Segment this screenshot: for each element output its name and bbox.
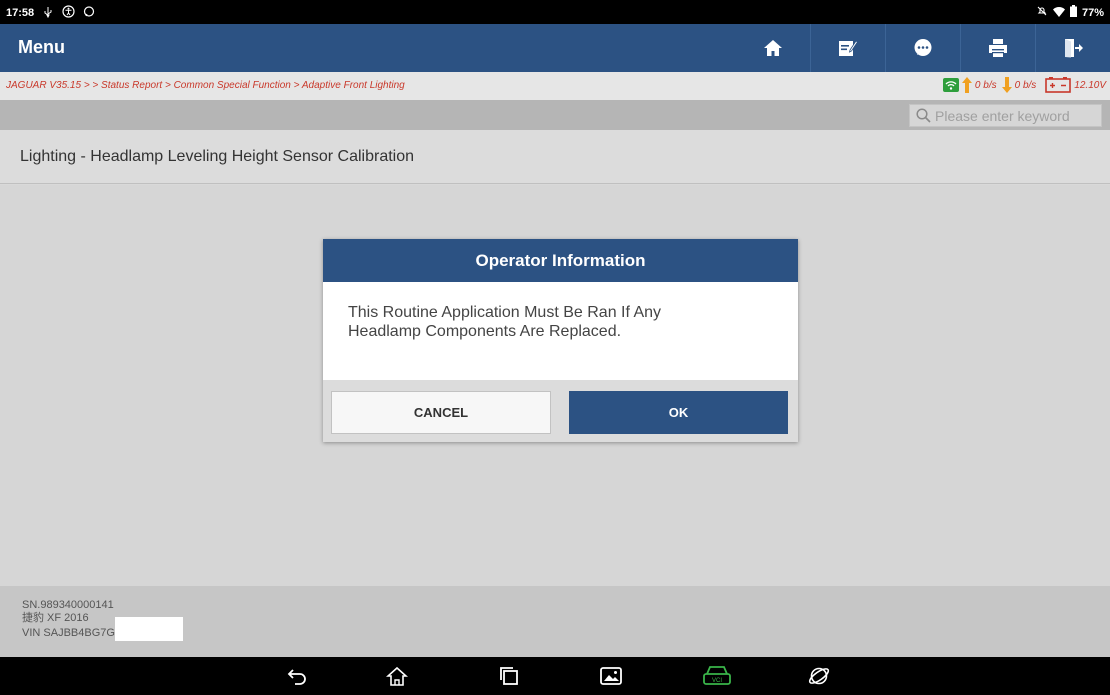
vci-icon: VCI: [703, 666, 731, 685]
accessibility-icon: [62, 5, 75, 20]
exit-icon: [1065, 39, 1083, 58]
print-icon: [989, 39, 1007, 57]
mute-icon: [1036, 5, 1048, 20]
recents-button[interactable]: [496, 665, 522, 687]
vin-number: VIN SAJBB4BG7G: [22, 626, 115, 639]
home-icon: [763, 40, 782, 56]
message-button[interactable]: [885, 24, 960, 72]
edit-icon: [839, 40, 858, 56]
cancel-button[interactable]: CANCEL: [331, 391, 551, 434]
home-button[interactable]: [735, 24, 810, 72]
vin-redaction: [114, 617, 183, 641]
vehicle-info: SN.989340000141 捷豹 XF 2016 VIN SAJBB4BG7…: [0, 586, 1110, 657]
dialog-message-line-2: Headlamp Components Are Replaced.: [348, 323, 622, 340]
home-outline-icon: [386, 666, 408, 686]
connection-status: 0 b/s 0 b/s 12.10V: [942, 77, 1106, 93]
battery-percent: 77%: [1081, 6, 1104, 19]
search-input[interactable]: [935, 107, 1095, 124]
upload-rate: 0 b/s: [974, 79, 997, 91]
download-rate: 0 b/s: [1014, 79, 1037, 91]
serial-number: SN.989340000141: [22, 599, 114, 611]
wifi-icon: [1052, 6, 1065, 20]
function-header: Lighting - Headlamp Leveling Height Sens…: [0, 130, 1110, 184]
search-icon: [916, 108, 931, 123]
dialog-actions: CANCEL OK: [323, 380, 798, 442]
menu-title[interactable]: Menu: [18, 37, 65, 58]
home-nav-button[interactable]: [384, 665, 410, 687]
breadcrumb-bar: JAGUAR V35.15 > > Status Report > Common…: [0, 72, 1110, 100]
vci-button[interactable]: VCI: [702, 665, 732, 687]
screenshot-icon: [600, 667, 622, 685]
wifi-signal-icon: [942, 78, 959, 92]
status-left: 17:58: [6, 5, 95, 20]
dialog-message-line-1: This Routine Application Must Be Ran If …: [348, 304, 662, 321]
vin-row: VIN SAJBB4BG7G: [22, 617, 1110, 641]
dialog-message: This Routine Application Must Be Ran If …: [323, 282, 798, 380]
chat-icon: [83, 5, 95, 20]
battery-icon: [1069, 5, 1077, 20]
car-battery-icon: [1045, 77, 1072, 93]
system-nav-bar: VCI: [0, 657, 1110, 695]
dialog-title: Operator Information: [323, 239, 798, 282]
ok-button[interactable]: OK: [569, 391, 788, 434]
operator-info-dialog: Operator Information This Routine Applic…: [323, 239, 798, 442]
status-time: 17:58: [6, 6, 35, 19]
vehicle-model: 捷豹 XF 2016: [22, 612, 89, 624]
battery-voltage: 12.10V: [1074, 79, 1106, 91]
svg-text:VCI: VCI: [712, 678, 722, 684]
back-button[interactable]: [284, 665, 310, 687]
usb-icon: [42, 6, 54, 20]
back-icon: [287, 669, 306, 685]
browser-icon: [808, 667, 830, 685]
status-bar: 17:58 77%: [0, 0, 1110, 24]
app-header: Menu: [0, 24, 1110, 72]
breadcrumb: JAGUAR V35.15 > > Status Report > Common…: [6, 80, 405, 91]
upload-arrow-icon: [961, 77, 972, 93]
recents-icon: [500, 667, 518, 685]
print-button[interactable]: [960, 24, 1035, 72]
message-icon: [914, 39, 932, 56]
status-right: 77%: [1036, 5, 1104, 20]
function-title: Lighting - Headlamp Leveling Height Sens…: [20, 148, 415, 165]
exit-button[interactable]: [1035, 24, 1110, 72]
search-row: [0, 100, 1110, 130]
download-arrow-icon: [1001, 77, 1012, 93]
browser-button[interactable]: [806, 665, 832, 687]
search-box[interactable]: [909, 104, 1102, 127]
header-toolbar: [735, 24, 1110, 72]
screenshot-button[interactable]: [598, 665, 624, 687]
edit-button[interactable]: [810, 24, 885, 72]
